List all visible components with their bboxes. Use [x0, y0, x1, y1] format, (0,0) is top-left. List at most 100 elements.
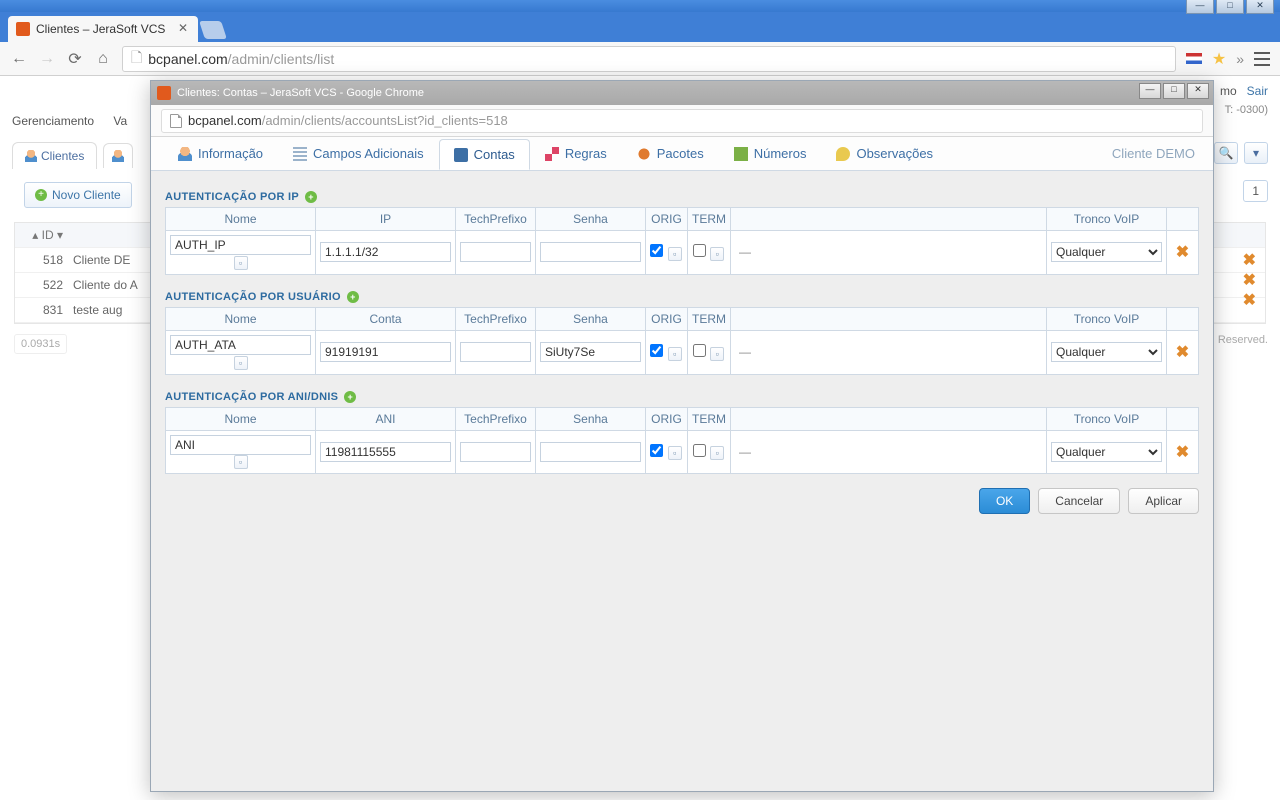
dialog-minimize-button[interactable]: —: [1139, 83, 1161, 99]
hdr-id[interactable]: ID: [42, 228, 54, 242]
ani-nome-input[interactable]: [170, 435, 311, 455]
delete-icon[interactable]: ✖: [1243, 250, 1256, 270]
user-mo: mo: [1220, 84, 1237, 98]
url-domain: bcpanel.com: [148, 51, 227, 67]
tab-numeros[interactable]: Números: [719, 138, 822, 169]
user-orig-checkbox[interactable]: [650, 344, 663, 357]
delete-icon[interactable]: ✖: [1243, 290, 1256, 310]
user-pref-input[interactable]: [460, 342, 531, 362]
dialog-close-button[interactable]: ✕: [1187, 83, 1209, 99]
flag-icon: [1186, 53, 1202, 64]
favicon-icon: [157, 86, 171, 100]
add-ani-icon[interactable]: +: [344, 391, 356, 403]
home-button[interactable]: ⌂: [94, 50, 112, 68]
hdr-senha: Senha: [536, 208, 646, 231]
ip-senha-input[interactable]: [540, 242, 641, 262]
orig-extra-icon[interactable]: ▫: [668, 247, 682, 261]
cell-id: 518: [21, 253, 73, 267]
tab-campos[interactable]: Campos Adicionais: [278, 138, 439, 169]
dialog-url-domain: bcpanel.com: [188, 113, 262, 128]
dialog-title: Clientes: Contas – JeraSoft VCS - Google…: [177, 87, 424, 99]
close-button[interactable]: ✕: [1246, 0, 1274, 14]
chevron-right-icon[interactable]: »: [1236, 51, 1244, 67]
delete-icon[interactable]: ✖: [1243, 270, 1256, 290]
ani-term-checkbox[interactable]: [693, 444, 706, 457]
delete-row-icon[interactable]: ✖: [1176, 344, 1189, 361]
logout-link[interactable]: Sair: [1247, 84, 1268, 98]
dialog-maximize-button[interactable]: □: [1163, 83, 1185, 99]
section-ip-title: AUTENTICAÇÃO POR IP +: [165, 191, 1199, 203]
ip-term-checkbox[interactable]: [693, 244, 706, 257]
expand-icon[interactable]: ▫: [234, 256, 248, 270]
ani-senha-input[interactable]: [540, 442, 641, 462]
user-senha-input[interactable]: [540, 342, 641, 362]
user-auth-table: Nome Conta TechPrefixo Senha ORIG TERM T…: [165, 307, 1199, 375]
forward-button[interactable]: →: [38, 50, 56, 68]
user-tronco-select[interactable]: Qualquer: [1051, 342, 1162, 362]
tab-close-icon[interactable]: ✕: [178, 22, 190, 34]
tab-label: Regras: [565, 146, 607, 161]
ani-auth-table: Nome ANI TechPrefixo Senha ORIG TERM Tro…: [165, 407, 1199, 475]
bookmark-star-icon[interactable]: ★: [1212, 49, 1226, 69]
hdr-term: TERM: [688, 307, 731, 330]
tab-pacotes[interactable]: Pacotes: [622, 138, 719, 169]
page-number[interactable]: 1: [1243, 180, 1268, 202]
favicon-icon: [16, 22, 30, 36]
tab-observacoes[interactable]: Observações: [821, 138, 948, 169]
tab-extra[interactable]: [103, 143, 133, 168]
dialog-button-row: OK Cancelar Aplicar: [165, 488, 1199, 514]
accounts-dialog: Clientes: Contas – JeraSoft VCS - Google…: [150, 80, 1214, 792]
expand-icon[interactable]: ▫: [234, 455, 248, 469]
user-nome-input[interactable]: [170, 335, 311, 355]
hdr-tronco: Tronco VoIP: [1047, 307, 1167, 330]
hdr-pref: TechPrefixo: [456, 407, 536, 430]
ip-orig-checkbox[interactable]: [650, 244, 663, 257]
user-conta-input[interactable]: [320, 342, 451, 362]
tab-informacao[interactable]: Informação: [163, 138, 278, 169]
tab-regras[interactable]: Regras: [530, 138, 622, 169]
menu-gerenciamento[interactable]: Gerenciamento: [12, 114, 94, 128]
ani-pref-input[interactable]: [460, 442, 531, 462]
menu-va[interactable]: Va: [113, 114, 127, 128]
ani-ani-input[interactable]: [320, 442, 451, 462]
ip-pref-input[interactable]: [460, 242, 531, 262]
section-ani-title: AUTENTICAÇÃO POR ANI/DNIS +: [165, 391, 1199, 403]
new-tab-button[interactable]: [199, 21, 227, 39]
ip-nome-input[interactable]: [170, 235, 311, 255]
user-term-checkbox[interactable]: [693, 344, 706, 357]
new-client-button[interactable]: + Novo Cliente: [24, 182, 132, 208]
ip-ip-input[interactable]: [320, 242, 451, 262]
orig-extra-icon[interactable]: ▫: [668, 347, 682, 361]
dialog-titlebar[interactable]: Clientes: Contas – JeraSoft VCS - Google…: [151, 81, 1213, 105]
menu-icon[interactable]: [1254, 52, 1270, 66]
dialog-url[interactable]: bcpanel.com/admin/clients/accountsList?i…: [161, 109, 1203, 133]
orig-extra-icon[interactable]: ▫: [668, 446, 682, 460]
expand-icon[interactable]: ▫: [234, 356, 248, 370]
reload-button[interactable]: ⟳: [66, 50, 84, 68]
apply-button[interactable]: Aplicar: [1128, 488, 1199, 514]
omnibox[interactable]: 🗋 bcpanel.com/admin/clients/list: [122, 46, 1176, 72]
add-ip-icon[interactable]: +: [305, 191, 317, 203]
tab-clientes[interactable]: Clientes: [12, 142, 97, 169]
hdr-orig: ORIG: [646, 307, 688, 330]
back-button[interactable]: ←: [10, 50, 28, 68]
delete-row-icon[interactable]: ✖: [1176, 444, 1189, 461]
ip-tronco-select[interactable]: Qualquer: [1051, 242, 1162, 262]
add-user-icon[interactable]: +: [347, 291, 359, 303]
cancel-button[interactable]: Cancelar: [1038, 488, 1120, 514]
chrome-tab[interactable]: Clientes – JeraSoft VCS ✕: [8, 16, 198, 42]
term-extra-icon[interactable]: ▫: [710, 347, 724, 361]
term-extra-icon[interactable]: ▫: [710, 247, 724, 261]
tab-contas[interactable]: Contas: [439, 139, 530, 170]
tab-label: Informação: [198, 146, 263, 161]
ok-button[interactable]: OK: [979, 488, 1030, 514]
ani-orig-checkbox[interactable]: [650, 444, 663, 457]
outer-titlebar: [0, 0, 1280, 12]
term-extra-icon[interactable]: ▫: [710, 446, 724, 460]
maximize-button[interactable]: □: [1216, 0, 1244, 14]
delete-row-icon[interactable]: ✖: [1176, 244, 1189, 261]
minimize-button[interactable]: —: [1186, 0, 1214, 14]
search-button[interactable]: 🔍: [1214, 142, 1238, 164]
ani-tronco-select[interactable]: Qualquer: [1051, 442, 1162, 462]
dropdown-button[interactable]: ▾: [1244, 142, 1268, 164]
